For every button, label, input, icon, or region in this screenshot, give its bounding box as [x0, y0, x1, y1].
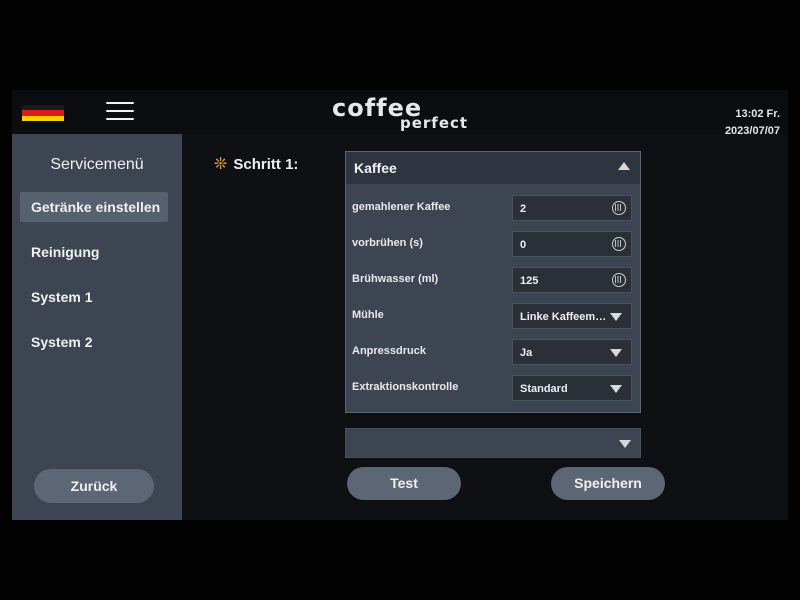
step-2-select[interactable] [345, 428, 641, 458]
prebrew-value: 0 [520, 239, 527, 251]
back-button[interactable]: Zurück [34, 469, 154, 503]
brew-water-field[interactable]: 125 [512, 267, 632, 293]
extraction-control-value: Standard [520, 383, 568, 395]
extraction-control-select[interactable]: Standard [512, 375, 632, 401]
prebrew-field[interactable]: 0 [512, 231, 632, 257]
label-brew-water: Brühwasser (ml) [352, 273, 439, 285]
grinder-select[interactable]: Linke Kaffeemü... [512, 303, 632, 329]
chevron-up-icon[interactable] [618, 162, 630, 170]
tamping-pressure-value: Ja [520, 347, 533, 359]
label-ground-coffee: gemahlener Kaffee [352, 201, 451, 213]
sidebar-title: Servicemenü [50, 156, 144, 173]
sidebar-item-system-1[interactable]: System 1 [20, 282, 168, 312]
label-extraction-control: Extraktionskontrolle [352, 381, 459, 393]
hamburger-menu-icon[interactable] [106, 100, 134, 122]
ground-coffee-field[interactable]: 2 [512, 195, 632, 221]
tamping-pressure-select[interactable]: Ja [512, 339, 632, 365]
step-heading: ❊ Schritt 1: [214, 154, 298, 174]
sidebar-item-reinigung[interactable]: Reinigung [20, 237, 168, 267]
germany-flag-icon[interactable] [22, 105, 64, 121]
device-bezel: coffee perfect 13:02 Fr. 2023/07/07 Serv… [0, 0, 800, 600]
chevron-down-icon [610, 313, 622, 321]
sidebar-item-getraenke-einstellen[interactable]: Getränke einstellen [20, 192, 168, 222]
keypad-icon[interactable] [612, 237, 626, 251]
chevron-down-icon [610, 385, 622, 393]
label-prebrew: vorbrühen (s) [352, 237, 423, 249]
drink-settings-panel: Kaffee gemahlener Kaffee 2 vorbrühen (s)… [345, 151, 641, 413]
save-button[interactable]: Speichern [551, 467, 665, 500]
sidebar: Servicemenü Getränke einstellen Reinigun… [12, 134, 182, 520]
clock: 13:02 Fr. 2023/07/07 [725, 106, 780, 140]
clock-time: 13:02 Fr. [735, 108, 780, 120]
brew-water-value: 125 [520, 275, 539, 287]
grinder-value: Linke Kaffeemü... [520, 311, 608, 323]
panel-title: Kaffee [354, 160, 397, 176]
keypad-icon[interactable] [612, 201, 626, 215]
step-label: Schritt 1: [233, 156, 299, 173]
keypad-icon[interactable] [612, 273, 626, 287]
ground-coffee-value: 2 [520, 203, 527, 215]
clock-date: 2023/07/07 [724, 125, 780, 137]
touch-screen: coffee perfect 13:02 Fr. 2023/07/07 Serv… [12, 90, 788, 520]
header-bar: coffee perfect 13:02 Fr. 2023/07/07 [12, 90, 788, 137]
sidebar-item-system-2[interactable]: System 2 [20, 327, 168, 357]
sparkle-icon: ❊ [214, 156, 228, 173]
chevron-down-icon [610, 349, 622, 357]
label-grinder: Mühle [352, 309, 384, 321]
coffee-perfect-logo: coffee perfect [332, 94, 512, 132]
panel-header[interactable]: Kaffee [346, 152, 640, 184]
label-tamping-pressure: Anpressdruck [352, 345, 426, 357]
test-button[interactable]: Test [347, 467, 461, 500]
chevron-down-icon [619, 440, 631, 448]
logo-line-2: perfect [400, 114, 469, 132]
